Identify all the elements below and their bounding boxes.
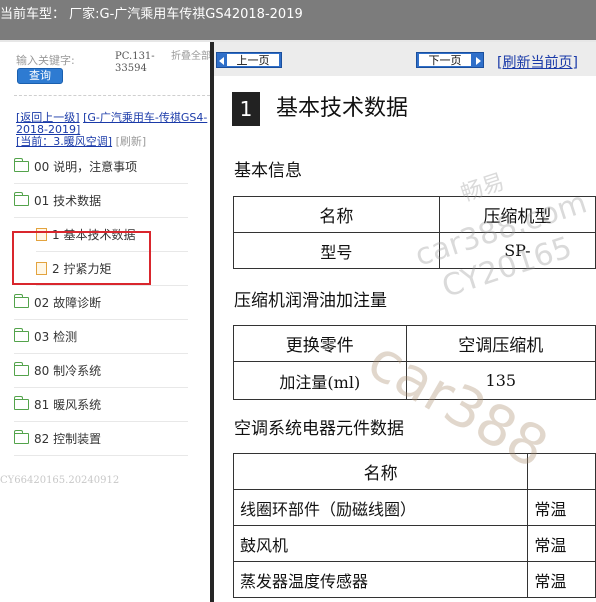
pc-code: PC.131-33594 [115,51,155,74]
table-cell: 常温 [527,489,596,526]
tree-folder-80[interactable]: 80 制冷系统 [14,353,188,388]
folder-icon [14,395,29,410]
footer-code: CY66420165.20240912 [0,475,120,486]
content-panel: 上一页 下一页 [刷新当前页] 1 基本技术数据 基本信息 名称 压缩机型 型号… [214,42,596,602]
folder-open-icon [14,191,29,206]
folder-icon [14,327,29,342]
table-header: 压缩机型 [438,196,596,233]
page-toolbar: 上一页 下一页 [刷新当前页] [214,42,596,76]
sidebar-divider [14,95,210,96]
table-header: 名称 [232,453,529,490]
prev-page-label: 上一页 [227,54,279,67]
tree-folder-01[interactable]: 01 技术数据 [14,183,188,218]
tree-label: 82 控制装置 [34,431,102,446]
table-header: 更换零件 [233,325,407,362]
folder-icon [14,157,29,172]
tree-folder-03[interactable]: 03 检测 [14,319,188,354]
table-cell: SP- [438,232,596,269]
section-number: 1 [232,92,260,126]
tree-folder-81[interactable]: 81 暖风系统 [14,387,188,422]
tree-label: 81 暖风系统 [34,397,102,412]
tree-label: 01 技术数据 [34,193,102,208]
refresh-page-link[interactable]: [刷新当前页] [497,52,578,72]
table-cell: 常温 [527,561,596,598]
tree-label: 02 故障诊断 [34,295,102,310]
tree-folder-82[interactable]: 82 控制装置 [14,421,188,456]
folder-icon [14,293,29,308]
table-header: 名称 [233,196,440,233]
section-title: 基本技术数据 [276,96,409,121]
tree-folder-02[interactable]: 02 故障诊断 [14,285,188,320]
tree-label: 03 检测 [34,329,78,344]
search-label: 输入关键字: [16,54,75,67]
table-cell: 型号 [233,232,440,269]
table-header [527,453,596,490]
table-cell: 常温 [527,525,596,562]
fold-all-link[interactable]: 折叠全部 [171,51,211,63]
selection-highlight-box [12,231,151,285]
next-page-button[interactable]: 下一页 [416,52,484,68]
search-button[interactable]: 查询 [17,68,63,84]
electrical-table: 名称 线圈环部件（励磁线圈） 常温 鼓风机 常温 蒸发器温度传感器 常温 [232,453,596,598]
sidebar: 输入关键字: 查询 PC.131-33594 折叠全部 [返回上一级] [G-广… [0,42,212,602]
refresh-link[interactable]: [刷新] [116,135,147,148]
current-section-link[interactable]: [当前：3.暖风空调] [16,135,112,148]
table-cell: 线圈环部件（励磁线圈） [232,489,529,526]
breadcrumb: [返回上一级] [G-广汽乘用车-传祺GS4-2018-2019] [当前：3.… [16,112,208,148]
table-header: 空调压缩机 [405,325,596,362]
basic-info-table: 名称 压缩机型 型号 SP- [233,196,596,269]
tree-label: 80 制冷系统 [34,363,102,378]
arrow-right-icon [476,57,481,65]
next-page-label: 下一页 [419,54,471,67]
title-bar: 当前车型： 厂家:G-广汽乘用车传祺GS42018-2019 [0,0,596,40]
table-cell: 135 [405,361,596,400]
electrical-heading: 空调系统电器元件数据 [234,419,404,439]
arrow-left-icon [219,57,224,65]
tree-folder-00[interactable]: 00 说明，注意事项 [14,149,188,184]
table-cell: 鼓风机 [232,525,529,562]
folder-icon [14,361,29,376]
table-cell: 加注量(ml) [233,361,407,400]
folder-icon [14,429,29,444]
tree-label: 00 说明，注意事项 [34,159,138,174]
basic-info-heading: 基本信息 [234,161,302,181]
oil-heading: 压缩机润滑油加注量 [234,291,387,311]
table-cell: 蒸发器温度传感器 [232,561,529,598]
prev-page-button[interactable]: 上一页 [216,52,282,68]
current-model-title: 当前车型： 厂家:G-广汽乘用车传祺GS42018-2019 [0,7,303,22]
oil-table: 更换零件 空调压缩机 加注量(ml) 135 [233,325,596,400]
